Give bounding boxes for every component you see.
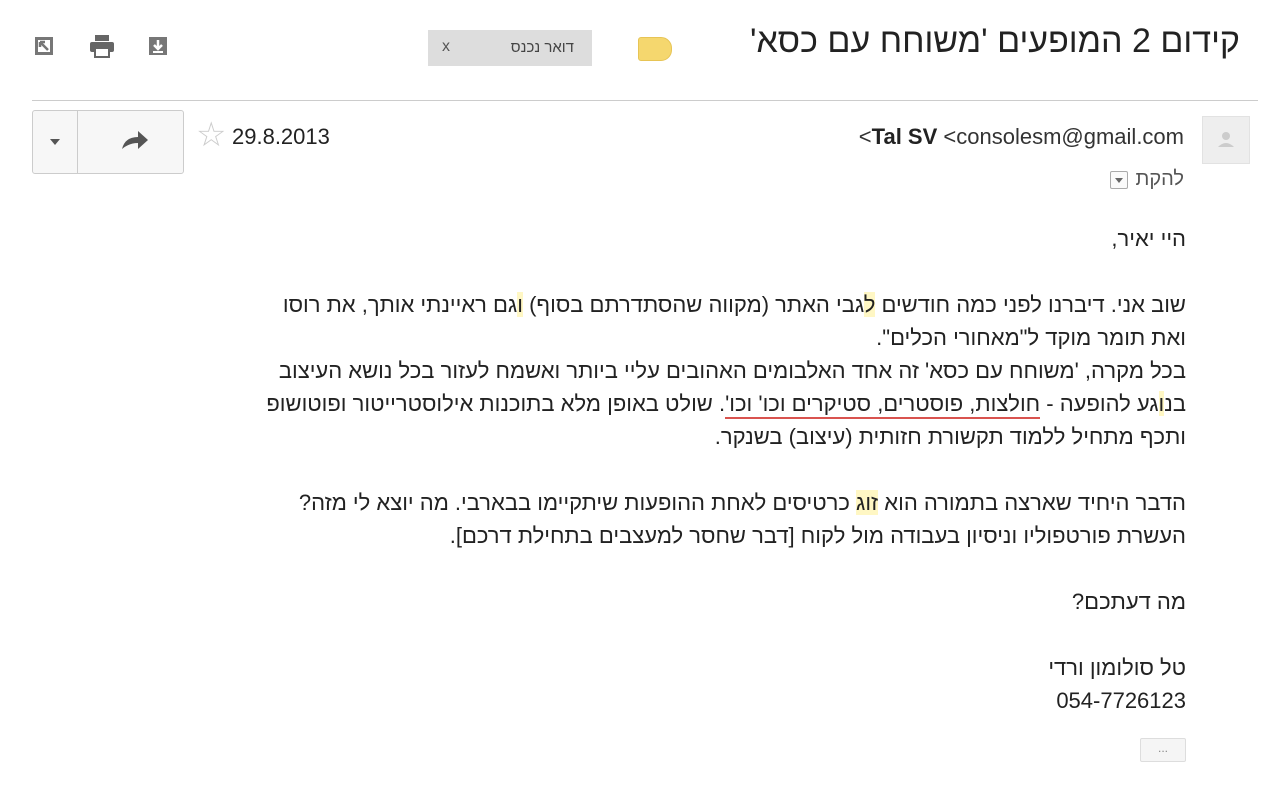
label-tag-icon[interactable] xyxy=(638,37,672,61)
reply-actions-group xyxy=(32,110,184,174)
signature-name: טל סולומון ורדי xyxy=(1048,655,1186,680)
download-icon[interactable] xyxy=(146,34,170,58)
sender-name[interactable]: Tal SV xyxy=(872,124,938,149)
body-line: בכל מקרה, 'משוחח עם כסא' זה אחד האלבומים… xyxy=(278,358,1186,383)
question-line: מה דעתכם? xyxy=(1071,589,1186,614)
header-divider xyxy=(32,100,1258,101)
search-highlight: ל xyxy=(864,292,876,317)
inbox-label-chip[interactable]: דואר נכנס x xyxy=(428,30,592,66)
greeting-line: היי יאיר, xyxy=(1111,226,1186,251)
forward-button[interactable] xyxy=(78,111,183,173)
inbox-label-text: דואר נכנס xyxy=(510,39,574,56)
recipient-line: להקת xyxy=(1109,168,1185,191)
signature-phone: 054-7726123 xyxy=(1056,688,1186,713)
search-highlight: זוג xyxy=(856,490,879,515)
show-trimmed-content-button[interactable]: ... xyxy=(1140,738,1186,762)
body-line: הדבר היחיד שארצה בתמורה הוא זוג כרטיסים … xyxy=(298,490,1186,515)
message-body: היי יאיר, שוב אני. דיברנו לפני כמה חודשי… xyxy=(86,222,1186,717)
open-in-new-window-icon[interactable] xyxy=(32,34,56,58)
email-subject: קידום 2 המופעים 'משוחח עם כסא' xyxy=(749,22,1240,60)
print-icon[interactable] xyxy=(88,34,114,58)
sender-line: Tal SV <consolesm@gmail.com> xyxy=(859,124,1184,150)
avatar-person-icon xyxy=(1218,132,1234,147)
spellcheck-underline[interactable]: חולצות, פוסטרים, סטיקרים וכו' וכו' xyxy=(725,391,1041,419)
remove-label-button[interactable]: x xyxy=(442,38,450,56)
recipient-details-dropdown-icon[interactable] xyxy=(1109,170,1128,189)
forward-arrow-icon xyxy=(122,131,148,149)
star-icon[interactable]: ☆ xyxy=(196,118,226,152)
body-line: שוב אני. דיברנו לפני כמה חודשים לגבי האת… xyxy=(282,292,1186,317)
message-date: 29.8.2013 xyxy=(232,124,330,149)
sender-avatar[interactable] xyxy=(1202,116,1250,164)
more-actions-dropdown-button[interactable] xyxy=(33,111,78,173)
body-line: ותכף מתחיל ללמוד תקשורת חזותית (עיצוב) ב… xyxy=(714,424,1186,449)
recipient-text: להקת xyxy=(1135,168,1185,190)
body-line: ואת תומר מוקד ל"מאחורי הכלים". xyxy=(876,325,1186,350)
body-line: העשרת פורטפוליו וניסיון בעבודה מול לקוח … xyxy=(449,523,1186,548)
body-line: בנוגע להופעה - חולצות, פוסטרים, סטיקרים … xyxy=(86,387,1186,420)
